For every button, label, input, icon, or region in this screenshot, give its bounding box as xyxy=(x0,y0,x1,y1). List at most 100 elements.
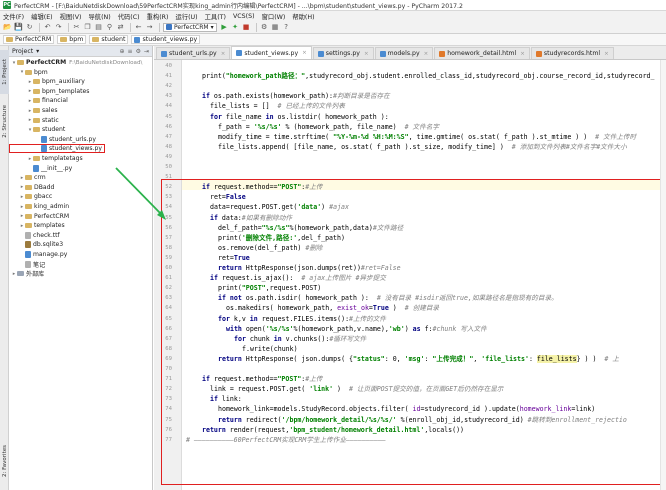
code-line[interactable]: file_lists = [] # 已经上传的文件列表 xyxy=(186,101,345,111)
code-line[interactable]: print("homework_path路径：",studyrecord_obj… xyxy=(186,71,655,81)
code-editor[interactable]: 40 41 42 43 44 45 46 47 48 49 50 51 52 53 54 55 56 57 58 59… xyxy=(154,60,666,490)
editor-tab[interactable]: studyrecords.html × xyxy=(530,47,614,59)
tab-structure[interactable]: 2: Structure xyxy=(0,98,9,144)
tree-item[interactable]: check.ttf xyxy=(9,231,152,240)
run-config-select[interactable]: PerfectCRM ▾ xyxy=(163,22,217,32)
tree-item[interactable]: ▸ king_admin xyxy=(9,202,152,211)
menu-item[interactable]: 文件(F) xyxy=(3,12,24,21)
menu-item[interactable]: VCS(S) xyxy=(233,13,255,20)
menu-item[interactable]: 帮助(H) xyxy=(292,12,314,21)
close-icon[interactable]: × xyxy=(424,51,429,57)
tree-item[interactable]: ▾ bpm xyxy=(9,68,152,77)
breadcrumb-item[interactable]: bpm xyxy=(57,35,87,44)
hide-icon[interactable]: ⇥ xyxy=(144,48,149,55)
sync-icon[interactable]: ↻ xyxy=(25,23,34,32)
code-line[interactable]: modify_time = time.strftime( "%Y-%m-%d %… xyxy=(186,132,636,142)
cut-icon[interactable]: ✂ xyxy=(72,23,81,32)
code-line[interactable]: for file_name in os.listdir( homework_pa… xyxy=(186,112,389,122)
code-line[interactable]: if request.method=="POST":#上传 xyxy=(186,374,322,384)
code-line[interactable]: link = request.POST.get( 'link' ) # 让页面P… xyxy=(186,384,503,394)
menu-item[interactable]: 编辑(E) xyxy=(31,12,53,21)
editor-tab[interactable]: student_urls.py × xyxy=(156,47,231,59)
tree-item[interactable]: ▸ bpm_templates xyxy=(9,87,152,96)
editor-tab[interactable]: models.py × xyxy=(374,47,434,59)
close-icon[interactable]: × xyxy=(302,50,307,56)
tree-item[interactable]: ▸ templates xyxy=(9,221,152,230)
gear-icon[interactable]: ⚙ xyxy=(136,48,141,55)
tree-item[interactable]: ▸ gbacc xyxy=(9,192,152,201)
menu-item[interactable]: 视图(V) xyxy=(60,12,82,21)
tree-item[interactable]: ▸ sales xyxy=(9,106,152,115)
code-line[interactable]: file_lists.append( [file_name, os.stat( … xyxy=(186,142,627,152)
tree-item[interactable]: manage.py xyxy=(9,250,152,259)
code-line[interactable]: if not os.path.isdir( homework_path ): #… xyxy=(186,293,558,303)
editor-tab[interactable]: settings.py × xyxy=(312,47,374,59)
code-line[interactable]: del_f_path="%s/%s"%(homework_path,data)#… xyxy=(186,223,403,233)
code-line[interactable]: if os.path.exists(homework_path):#判断目录是否… xyxy=(186,91,390,101)
code-line[interactable]: return HttpResponse(json.dumps(ret))#ret… xyxy=(186,263,401,273)
undo-icon[interactable]: ↶ xyxy=(43,23,52,32)
breadcrumb-item[interactable]: PerfectCRM xyxy=(3,35,55,44)
settings-icon[interactable]: ⚙ xyxy=(260,23,269,32)
code-line[interactable]: return render(request,'bpm_student/homew… xyxy=(186,425,464,435)
tree-item[interactable]: 笔记 xyxy=(9,260,152,269)
menu-item[interactable]: 窗口(W) xyxy=(262,12,286,21)
forward-icon[interactable]: → xyxy=(145,23,154,32)
tree-item[interactable]: ▾ student xyxy=(9,125,152,134)
menu-item[interactable]: 导航(N) xyxy=(88,12,110,21)
collapse-all-icon[interactable]: ≡ xyxy=(128,48,133,55)
menu-item[interactable]: 重构(R) xyxy=(147,12,169,21)
code-line[interactable]: ret=True xyxy=(186,253,250,263)
code-line[interactable]: with open('%s/%s'%(homework_path,v.name)… xyxy=(186,324,487,334)
tree-item[interactable]: ▸ DBadd xyxy=(9,183,152,192)
code-line[interactable]: print('删除文件,路径:',del_f_path) xyxy=(186,233,345,243)
chevron-down-icon[interactable]: ▾ xyxy=(36,48,39,55)
close-icon[interactable]: × xyxy=(604,51,609,57)
code-line[interactable]: if request.is_ajax(): # ajax上传图片 #异步提交 xyxy=(186,273,386,283)
open-folder-icon[interactable]: 📂 xyxy=(3,23,12,32)
breadcrumb-item[interactable]: student xyxy=(89,35,129,44)
redo-icon[interactable]: ↷ xyxy=(54,23,63,32)
menu-item[interactable]: 工具(T) xyxy=(205,12,226,21)
tree-item[interactable]: ▸ static xyxy=(9,116,152,125)
code-line[interactable]: if data:#如果有删除动作 xyxy=(186,213,292,223)
tree-item[interactable]: ▾ PerfectCRM F:\BaiduNetdiskDownload\ xyxy=(9,58,152,67)
tree-item[interactable]: db.sqlite3 xyxy=(9,240,152,249)
code-line[interactable]: print("POST",request.POST) xyxy=(186,283,321,293)
code-line[interactable]: os.remove(del_f_path) #删除 xyxy=(186,243,323,253)
back-icon[interactable]: ← xyxy=(134,23,143,32)
code-line[interactable]: for chunk in v.chunks():#循环写文件 xyxy=(186,334,366,344)
tree-item[interactable]: ▸ templatetags xyxy=(9,154,152,163)
tree-item[interactable]: student_urls.py xyxy=(9,135,152,144)
code-line[interactable]: ret=False xyxy=(186,192,246,202)
project-view-select[interactable]: Project xyxy=(12,48,33,55)
code-line[interactable]: # ——————————60PerfectCRM实现CRM学生上传作业—————… xyxy=(186,435,386,445)
project-structure-icon[interactable]: ▦ xyxy=(271,23,280,32)
tab-favorites[interactable]: 2: Favorites xyxy=(0,436,9,486)
close-icon[interactable]: × xyxy=(520,51,525,57)
breadcrumb-item[interactable]: student_views.py xyxy=(131,35,201,44)
code-line[interactable]: f_path = '%s/%s' % (homework_path, file_… xyxy=(186,122,439,132)
replace-icon[interactable]: ⇄ xyxy=(116,23,125,32)
debug-icon[interactable]: ✦ xyxy=(231,23,240,32)
tree-item[interactable]: ▸ bpm_auxiliary xyxy=(9,77,152,86)
tree-item[interactable]: __init__.py xyxy=(9,164,152,173)
editor-scrollbar[interactable] xyxy=(660,60,666,490)
help-icon[interactable]: ? xyxy=(282,23,291,32)
save-icon[interactable]: 💾 xyxy=(14,23,23,32)
code-line[interactable]: f.write(chunk) xyxy=(186,344,298,354)
code-line[interactable]: data=request.POST.get('data') #ajax xyxy=(186,202,349,212)
tree-item[interactable]: ▸ PerfectCRM xyxy=(9,212,152,221)
locate-icon[interactable]: ⊕ xyxy=(120,48,125,55)
menu-item[interactable]: 代码(C) xyxy=(118,12,140,21)
copy-icon[interactable]: ❐ xyxy=(83,23,92,32)
tree-item[interactable]: student_views.py xyxy=(9,144,105,154)
code-line[interactable]: if request.method=="POST":#上传 xyxy=(186,182,322,192)
find-icon[interactable]: ⚲ xyxy=(105,23,114,32)
tree-item[interactable]: ▸ financial xyxy=(9,96,152,105)
tab-project[interactable]: 1: Project xyxy=(0,50,9,94)
code-line[interactable]: homework_link=models.StudyRecord.objects… xyxy=(186,404,595,414)
stop-icon[interactable]: ■ xyxy=(242,23,251,32)
code-line[interactable]: os.makedirs( homework_path, exist_ok=Tru… xyxy=(186,303,439,313)
tree-item[interactable]: ▸ 外部库 xyxy=(9,269,152,279)
